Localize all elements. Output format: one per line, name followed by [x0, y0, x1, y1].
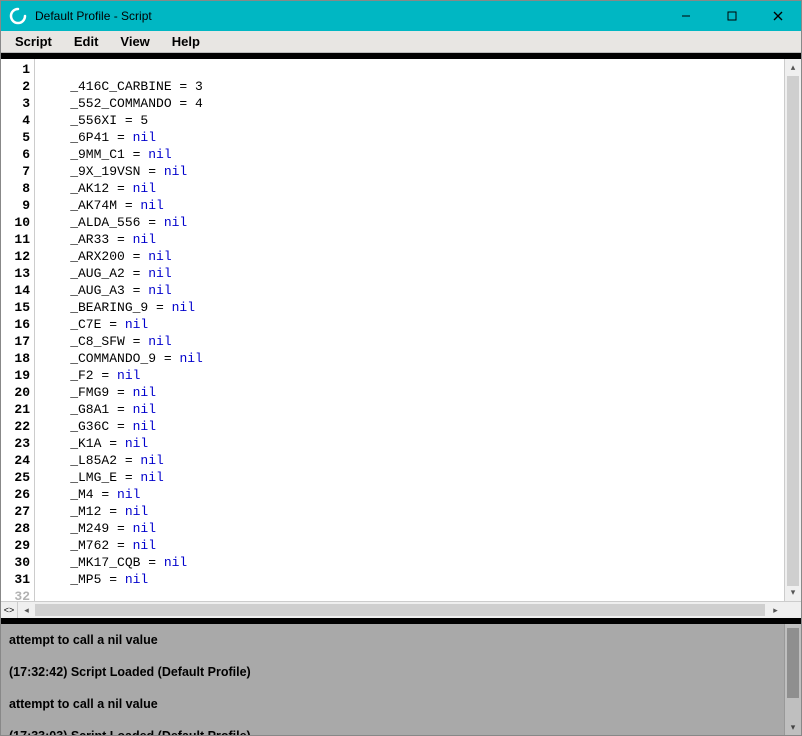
- line-number: 9: [1, 197, 30, 214]
- code-line[interactable]: _K1A = nil: [39, 435, 784, 452]
- editor: 1234567891011121314151617181920212223242…: [1, 53, 801, 601]
- line-number: 12: [1, 248, 30, 265]
- line-number: 29: [1, 537, 30, 554]
- line-number: 22: [1, 418, 30, 435]
- code-line[interactable]: _FMG9 = nil: [39, 384, 784, 401]
- console-output[interactable]: attempt to call a nil value (17:32:42) Sc…: [1, 624, 784, 735]
- code-line[interactable]: _L85A2 = nil: [39, 452, 784, 469]
- line-number: 17: [1, 333, 30, 350]
- line-number: 30: [1, 554, 30, 571]
- menu-help[interactable]: Help: [162, 32, 210, 51]
- code-line[interactable]: _MP5 = nil: [39, 571, 784, 588]
- menubar: Script Edit View Help: [1, 31, 801, 53]
- line-number: 18: [1, 350, 30, 367]
- code-line[interactable]: _MK17_CQB = nil: [39, 554, 784, 571]
- code-line[interactable]: _M762 = nil: [39, 537, 784, 554]
- line-number: 6: [1, 146, 30, 163]
- code-line[interactable]: _C7E = nil: [39, 316, 784, 333]
- code-line[interactable]: _LMG_E = nil: [39, 469, 784, 486]
- code-area[interactable]: _416C_CARBINE = 3 _552_COMMANDO = 4 _556…: [35, 59, 784, 601]
- line-number: 21: [1, 401, 30, 418]
- line-number: 14: [1, 282, 30, 299]
- code-line[interactable]: _AK12 = nil: [39, 180, 784, 197]
- line-number: 13: [1, 265, 30, 282]
- code-line[interactable]: _AK74M = nil: [39, 197, 784, 214]
- scroll-corner: [784, 602, 801, 618]
- code-line[interactable]: _G36C = nil: [39, 418, 784, 435]
- scroll-thumb[interactable]: [787, 76, 799, 586]
- line-number-gutter: 1234567891011121314151617181920212223242…: [1, 59, 35, 601]
- code-line[interactable]: _M12 = nil: [39, 503, 784, 520]
- code-line[interactable]: _9X_19VSN = nil: [39, 163, 784, 180]
- line-number: 3: [1, 95, 30, 112]
- line-number: 31: [1, 571, 30, 588]
- line-number: 23: [1, 435, 30, 452]
- line-number: 25: [1, 469, 30, 486]
- line-number: 10: [1, 214, 30, 231]
- console-line: (17:32:42) Script Loaded (Default Profil…: [9, 664, 776, 680]
- editor-vertical-scrollbar[interactable]: ▴ ▾: [784, 59, 801, 601]
- maximize-button[interactable]: [709, 1, 755, 31]
- menu-script[interactable]: Script: [5, 32, 62, 51]
- console-vertical-scrollbar[interactable]: ▾: [784, 624, 801, 735]
- scroll-right-icon[interactable]: ▸: [767, 602, 784, 618]
- line-number: 11: [1, 231, 30, 248]
- code-line[interactable]: _AUG_A2 = nil: [39, 265, 784, 282]
- code-line[interactable]: _ALDA_556 = nil: [39, 214, 784, 231]
- code-line[interactable]: _552_COMMANDO = 4: [39, 95, 784, 112]
- console-line: attempt to call a nil value: [9, 696, 776, 712]
- line-number: 1: [1, 61, 30, 78]
- scroll-up-icon[interactable]: ▴: [785, 59, 801, 76]
- code-line[interactable]: _COMMANDO_9 = nil: [39, 350, 784, 367]
- window-title: Default Profile - Script: [35, 9, 663, 23]
- code-line[interactable]: _BEARING_9 = nil: [39, 299, 784, 316]
- console-spacer: [9, 648, 776, 664]
- menu-view[interactable]: View: [110, 32, 159, 51]
- code-line[interactable]: _M4 = nil: [39, 486, 784, 503]
- titlebar: Default Profile - Script: [1, 1, 801, 31]
- code-line[interactable]: _F2 = nil: [39, 367, 784, 384]
- minimize-button[interactable]: [663, 1, 709, 31]
- code-line[interactable]: [39, 61, 784, 78]
- console-line: attempt to call a nil value: [9, 632, 776, 648]
- line-number: 27: [1, 503, 30, 520]
- line-number: 16: [1, 316, 30, 333]
- console-scroll-down-icon[interactable]: ▾: [785, 720, 801, 735]
- code-line[interactable]: _C8_SFW = nil: [39, 333, 784, 350]
- line-number: 15: [1, 299, 30, 316]
- line-number: 28: [1, 520, 30, 537]
- hscroll-track[interactable]: [35, 602, 767, 618]
- code-line[interactable]: _9MM_C1 = nil: [39, 146, 784, 163]
- line-number: 32: [1, 588, 30, 605]
- code-line[interactable]: _M249 = nil: [39, 520, 784, 537]
- code-line[interactable]: _556XI = 5: [39, 112, 784, 129]
- console-scroll-thumb[interactable]: [787, 628, 799, 698]
- code-line[interactable]: _AR33 = nil: [39, 231, 784, 248]
- code-line[interactable]: _ARX200 = nil: [39, 248, 784, 265]
- app-logo-icon: [9, 7, 27, 25]
- editor-horizontal-scrollbar[interactable]: <> ◂ ▸: [1, 601, 801, 618]
- line-number: 20: [1, 384, 30, 401]
- line-number: 8: [1, 180, 30, 197]
- line-number: 19: [1, 367, 30, 384]
- console-spacer: [9, 712, 776, 728]
- menu-edit[interactable]: Edit: [64, 32, 109, 51]
- code-line[interactable]: _G8A1 = nil: [39, 401, 784, 418]
- line-number: 2: [1, 78, 30, 95]
- line-number: 5: [1, 129, 30, 146]
- line-number: 24: [1, 452, 30, 469]
- line-number: 7: [1, 163, 30, 180]
- close-button[interactable]: [755, 1, 801, 31]
- code-line[interactable]: _416C_CARBINE = 3: [39, 78, 784, 95]
- code-line[interactable]: _6P41 = nil: [39, 129, 784, 146]
- line-number: 26: [1, 486, 30, 503]
- hscroll-thumb[interactable]: [35, 604, 765, 616]
- scroll-down-icon[interactable]: ▾: [785, 584, 801, 601]
- line-number: 4: [1, 112, 30, 129]
- window-controls: [663, 1, 801, 31]
- console-spacer: [9, 680, 776, 696]
- code-line[interactable]: _AUG_A3 = nil: [39, 282, 784, 299]
- console-line: (17:33:03) Script Loaded (Default Profil…: [9, 728, 776, 735]
- console-panel: attempt to call a nil value (17:32:42) Sc…: [1, 618, 801, 735]
